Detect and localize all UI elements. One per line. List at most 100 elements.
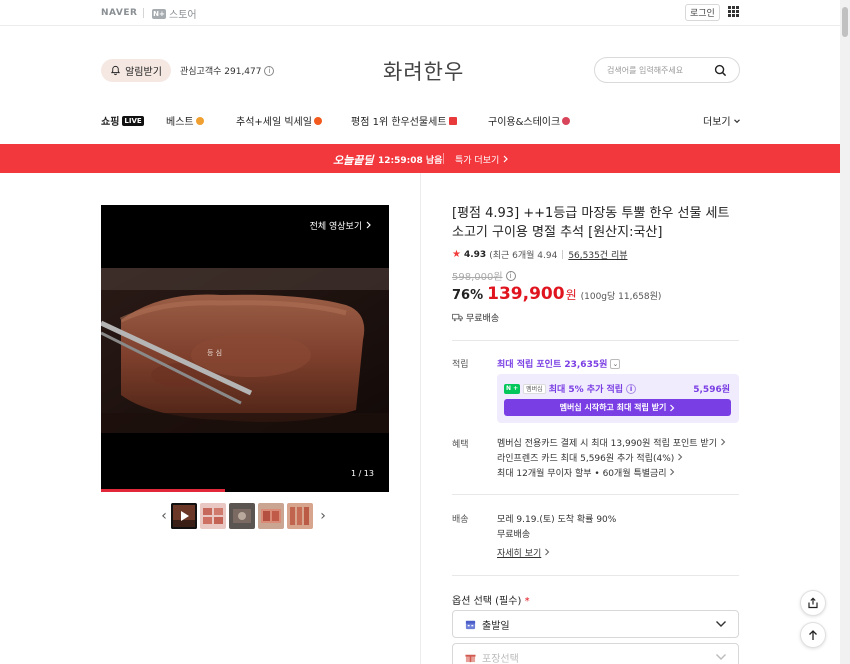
top-bar: NAVER N+ 스토어 로그인 xyxy=(0,0,840,26)
benefit-item[interactable]: 최대 12개월 무이자 할부 • 60개월 특별금리 xyxy=(497,466,675,479)
chevron-right-icon xyxy=(720,438,726,446)
chevron-right-icon xyxy=(545,548,550,556)
steak-video-frame xyxy=(101,268,389,433)
max-points[interactable]: 최대 적립 포인트 23,635원 ⌄ xyxy=(497,357,621,370)
original-price-row: 598,000원 i xyxy=(452,268,516,283)
alarm-label: 알림받기 xyxy=(125,67,162,78)
chevron-down-icon: ⌄ xyxy=(610,358,621,369)
nav-item-label: 구이용&스테이크 xyxy=(488,117,561,128)
arrival-estimate: 모레 9.19.(토) 도착 확률 90% xyxy=(497,515,617,525)
login-button[interactable]: 로그인 xyxy=(685,4,720,21)
departure-date-label: 출발일 xyxy=(482,620,510,632)
nav-more[interactable]: 더보기 xyxy=(703,113,741,128)
box-thumb-image xyxy=(229,503,255,529)
calendar-icon xyxy=(465,620,476,629)
benefit-text: 최대 12개월 무이자 할부 • 60개월 특별금리 xyxy=(497,469,667,479)
column-divider xyxy=(420,173,421,664)
chevron-right-icon xyxy=(678,453,683,461)
today-deal-title: 오늘끝딜 xyxy=(333,154,374,167)
shipping-fee: 무료배송 xyxy=(497,530,531,540)
deal-banner[interactable]: 오늘끝딜 12:59:08 남음 특가 더보기 xyxy=(0,144,840,173)
deal-more-link[interactable]: 특가 더보기 xyxy=(455,153,509,166)
benefit-item[interactable]: 라인프렌즈 카드 최대 5,596원 추가 적립(4%) xyxy=(497,451,683,464)
meat-tray-thumb-image xyxy=(258,503,284,529)
product-title: [평점 4.93] ++1등급 마장동 투뿔 한우 선물 세트 소고기 구이용 … xyxy=(452,206,730,240)
required-mark: * xyxy=(524,596,530,607)
discount-rate: 76% xyxy=(452,288,484,303)
store-link[interactable]: N+ 스토어 xyxy=(152,6,197,21)
nav-more-label: 더보기 xyxy=(703,117,731,128)
naver-logo[interactable]: NAVER xyxy=(101,8,137,18)
thumbnail[interactable] xyxy=(287,503,313,529)
bell-plus-icon xyxy=(111,65,121,76)
rating-score: 4.93 xyxy=(463,249,487,260)
benefits-label: 혜택 xyxy=(452,440,469,450)
points-label: 적립 xyxy=(452,360,469,370)
price-row: 76% 139,900 원 (100g당 11,658원) xyxy=(452,284,661,304)
shipping-detail-label: 자세히 보기 xyxy=(497,549,542,559)
benefit-item[interactable]: 멤버십 전용카드 결제 시 최대 13,990원 적립 포인트 받기 xyxy=(497,436,726,449)
sale-price: 139,900 xyxy=(487,284,565,304)
gift-box-thumb-image xyxy=(200,503,226,529)
page-scrollbar[interactable] xyxy=(840,0,850,664)
thumbnail[interactable] xyxy=(200,503,226,529)
divider xyxy=(562,250,564,259)
video-progress-bar[interactable] xyxy=(101,489,225,492)
all-videos-label: 전체 영상보기 xyxy=(309,222,363,232)
fan-count: 관심고객수 291,477 i xyxy=(180,64,275,77)
share-button[interactable] xyxy=(800,590,826,616)
all-videos-link[interactable]: 전체 영상보기 xyxy=(310,219,372,232)
gift-icon xyxy=(465,654,476,662)
option-section-title: 옵션 선택 (필수) * xyxy=(452,592,530,607)
gift-icon xyxy=(448,116,457,125)
benefit-text: 멤버십 전용카드 결제 시 최대 13,990원 적립 포인트 받기 xyxy=(497,439,717,449)
info-icon[interactable]: i xyxy=(505,270,516,281)
live-badge: LIVE xyxy=(122,115,144,126)
nav-big-sale[interactable]: 추석+세일 빅세일 xyxy=(236,113,322,128)
store-label: 스토어 xyxy=(169,10,197,21)
packaging-label: 포장선택 xyxy=(482,653,519,664)
membership-cta-label: 멤버십 시작하고 최대 적립 받기 xyxy=(559,403,667,412)
chevron-right-icon xyxy=(503,155,508,163)
store-logo[interactable]: 화려한우 xyxy=(383,56,464,86)
thumb-next-icon[interactable]: › xyxy=(316,508,330,524)
nav-best[interactable]: 베스트 xyxy=(166,113,204,128)
search-input[interactable] xyxy=(607,63,712,77)
nav-shopping-live[interactable]: 쇼핑 LIVE xyxy=(101,113,144,128)
nav-item-label: 평점 1위 한우선물세트 xyxy=(351,117,447,128)
chevron-right-icon xyxy=(366,221,371,229)
search-icon[interactable] xyxy=(714,64,727,77)
nav-item-label: 베스트 xyxy=(166,117,194,128)
media-counter: 1 / 13 xyxy=(350,469,374,478)
scroll-top-button[interactable] xyxy=(800,622,826,648)
thumb-prev-icon[interactable]: ‹ xyxy=(157,508,171,524)
chevron-down-icon xyxy=(716,654,726,660)
alarm-button[interactable]: 알림받기 xyxy=(101,59,171,82)
category-nav: 쇼핑 LIVE 베스트 추석+세일 빅세일 평점 1위 한우선물세트 구이용&스… xyxy=(0,113,840,128)
app-grid-icon[interactable] xyxy=(728,6,739,17)
thumbnail-strip: ‹ › xyxy=(157,503,330,529)
meat-slice-thumb-image xyxy=(287,503,313,529)
scrollbar-thumb[interactable] xyxy=(842,7,848,37)
thumbnail[interactable] xyxy=(229,503,255,529)
nav-item-label: 추석+세일 빅세일 xyxy=(236,117,312,128)
share-icon xyxy=(808,597,818,609)
shipping-detail-link[interactable]: 자세히 보기 xyxy=(497,546,550,559)
review-count-link[interactable]: 56,535건 리뷰 xyxy=(568,248,627,261)
nav-grill-steak[interactable]: 구이용&스테이크 xyxy=(488,113,571,128)
membership-badge: 멤버십 xyxy=(523,383,546,394)
thumbnail[interactable] xyxy=(258,503,284,529)
unit-price: (100g당 11,658원) xyxy=(580,292,662,302)
thumbnail-video[interactable] xyxy=(171,503,197,529)
product-video[interactable]: 전체 영상보기 등 심 1 / 13 xyxy=(101,205,389,492)
info-icon[interactable]: i xyxy=(264,65,275,76)
departure-date-select[interactable]: 출발일 xyxy=(452,610,739,638)
chevron-right-icon xyxy=(670,404,675,411)
packaging-select[interactable]: 포장선택 xyxy=(452,643,739,664)
rating-recent: (최근 6개월 4.94 xyxy=(489,251,558,261)
nav-gift-set[interactable]: 평점 1위 한우선물세트 xyxy=(351,113,457,128)
medal-icon xyxy=(195,116,204,125)
chevron-down-icon xyxy=(733,118,740,123)
info-icon[interactable]: i xyxy=(626,383,637,394)
membership-cta-button[interactable]: 멤버십 시작하고 최대 적립 받기 xyxy=(504,399,731,416)
